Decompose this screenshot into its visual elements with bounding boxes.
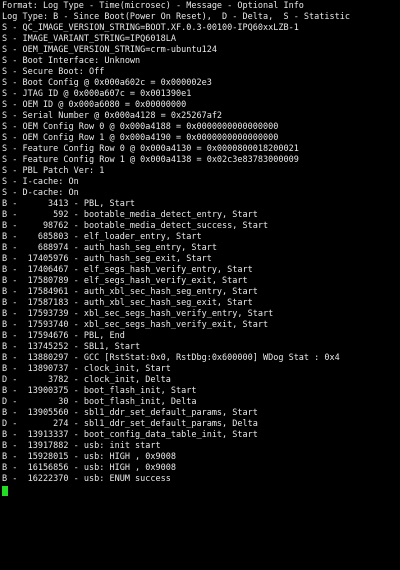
log-line: S - Serial Number @ 0x000a4128 = 0x25267… xyxy=(2,111,223,121)
terminal-window[interactable]: Format: Log Type - Time(microsec) - Mess… xyxy=(0,0,400,570)
log-line: S - I-cache: On xyxy=(2,177,79,187)
log-line: B - 688974 - auth_hash_seg_entry, Start xyxy=(2,243,217,253)
log-line: D - 3782 - clock_init, Delta xyxy=(2,375,171,385)
log-line: Log Type: B - Since Boot(Power On Reset)… xyxy=(2,12,350,22)
log-line: S - Secure Boot: Off xyxy=(2,67,105,77)
log-line: B - 13880297 - GCC [RstStat:0x0, RstDbg:… xyxy=(2,353,340,363)
log-line: B - 17587183 - auth_xbl_sec_hash_seg_exi… xyxy=(2,298,253,308)
log-line: B - 17594676 - PBL, End xyxy=(2,331,125,341)
log-line: S - PBL Patch Ver: 1 xyxy=(2,166,105,176)
log-line: B - 17593739 - xbl_sec_segs_hash_verify_… xyxy=(2,309,274,319)
log-line: B - 17593740 - xbl_sec_segs_hash_verify_… xyxy=(2,320,269,330)
log-line: S - Boot Config @ 0x000a602c = 0x000002e… xyxy=(2,78,212,88)
log-line: B - 98762 - bootable_media_detect_succes… xyxy=(2,221,269,231)
log-line: Format: Log Type - Time(microsec) - Mess… xyxy=(2,1,304,11)
log-line: S - Boot Interface: Unknown xyxy=(2,56,141,66)
log-line: S - Feature Config Row 1 @ 0x000a4138 = … xyxy=(2,155,299,165)
log-line: D - 30 - boot_flash_init, Delta xyxy=(2,397,197,407)
log-line: S - Feature Config Row 0 @ 0x000a4130 = … xyxy=(2,144,299,154)
log-line: B - 13745252 - SBL1, Start xyxy=(2,342,141,352)
log-line: B - 17406467 - elf_segs_hash_verify_entr… xyxy=(2,265,253,275)
log-line: B - 3413 - PBL, Start xyxy=(2,199,136,209)
log-line: S - JTAG ID @ 0x000a607c = 0x001390e1 xyxy=(2,89,192,99)
log-line: B - 13900375 - boot_flash_init, Start xyxy=(2,386,197,396)
log-line: D - 274 - sbl1_ddr_set_default_params, D… xyxy=(2,419,258,429)
log-line: S - OEM Config Row 0 @ 0x000a4188 = 0x00… xyxy=(2,122,279,132)
log-line: S - D-cache: On xyxy=(2,188,79,198)
boot-log-output: Format: Log Type - Time(microsec) - Mess… xyxy=(2,1,400,485)
log-line: S - IMAGE_VARIANT_STRING=IPQ6018LA xyxy=(2,34,176,44)
log-line: B - 13913337 - boot_config_data_table_in… xyxy=(2,430,258,440)
log-line: B - 17580789 - elf_segs_hash_verify_exit… xyxy=(2,276,248,286)
log-line: B - 16222370 - usb: ENUM success xyxy=(2,474,171,484)
log-line: B - 592 - bootable_media_detect_entry, S… xyxy=(2,210,258,220)
log-line: S - OEM Config Row 1 @ 0x000a4190 = 0x00… xyxy=(2,133,279,143)
log-line: B - 17405976 - auth_hash_seg_exit, Start xyxy=(2,254,212,264)
log-line: B - 15928015 - usb: HIGH , 0x9008 xyxy=(2,452,176,462)
text-cursor xyxy=(2,486,8,496)
log-line: B - 685803 - elf_loader_entry, Start xyxy=(2,232,202,242)
log-line: B - 16156856 - usb: HIGH , 0x9008 xyxy=(2,463,176,473)
log-line: B - 13905560 - sbl1_ddr_set_default_para… xyxy=(2,408,258,418)
log-line: B - 17584961 - auth_xbl_sec_hash_seg_ent… xyxy=(2,287,258,297)
log-line: S - QC_IMAGE_VERSION_STRING=BOOT.XF.0.3-… xyxy=(2,23,299,33)
log-line: B - 13890737 - clock_init, Start xyxy=(2,364,171,374)
log-line: S - OEM_IMAGE_VERSION_STRING=crm-ubuntu1… xyxy=(2,45,217,55)
log-line: S - OEM ID @ 0x000a6080 = 0x00000000 xyxy=(2,100,187,110)
prompt-line[interactable] xyxy=(2,485,400,496)
log-line: B - 13917882 - usb: init start xyxy=(2,441,161,451)
